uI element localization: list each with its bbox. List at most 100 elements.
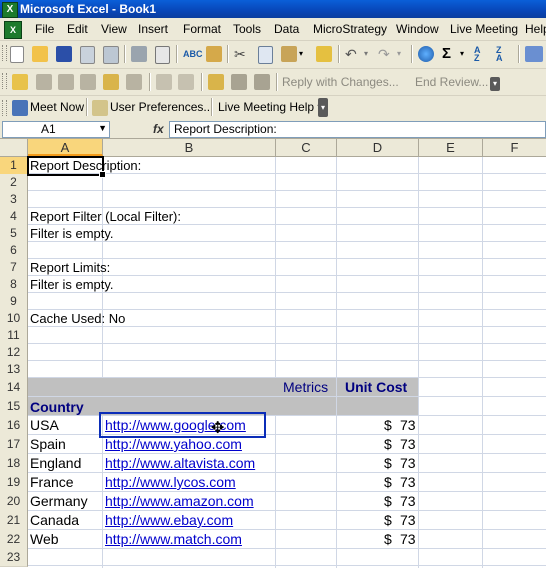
column-header-b[interactable]: B <box>103 139 276 156</box>
toolbar-grip[interactable] <box>2 45 7 61</box>
hyperlink-icon[interactable] <box>418 46 434 62</box>
country-cell[interactable]: Germany <box>30 493 88 510</box>
print-preview-icon[interactable] <box>155 46 170 64</box>
sort-descending-icon[interactable]: ZA <box>496 46 512 63</box>
row-header-21[interactable]: 21 <box>0 511 28 531</box>
show-comment-icon[interactable] <box>103 74 119 90</box>
row-header-17[interactable]: 17 <box>0 435 28 455</box>
url-link[interactable]: http://www.lycos.com <box>105 474 236 491</box>
chevron-down-icon[interactable]: ▾ <box>397 46 407 62</box>
country-cell[interactable]: USA <box>30 417 59 434</box>
menu-file[interactable]: File <box>35 22 54 36</box>
chevron-down-icon[interactable]: ▾ <box>299 46 309 62</box>
row-header-8[interactable]: 8 <box>0 276 28 294</box>
permission-icon[interactable] <box>80 46 95 64</box>
row-header-10[interactable]: 10 <box>0 310 28 328</box>
row-header-14[interactable]: 14 <box>0 378 28 398</box>
toolbar-grip[interactable] <box>2 73 7 89</box>
column-header-f[interactable]: F <box>483 139 546 156</box>
unit-cost-cell[interactable]: 73 <box>400 436 416 453</box>
track-changes-icon[interactable] <box>156 74 172 90</box>
row-header-22[interactable]: 22 <box>0 530 28 550</box>
column-header-d[interactable]: D <box>337 139 419 156</box>
row-header-19[interactable]: 19 <box>0 473 28 493</box>
url-link[interactable]: http://www.match.com <box>105 531 242 548</box>
delete-comment-icon[interactable] <box>126 74 142 90</box>
menu-data[interactable]: Data <box>274 22 299 36</box>
chevron-down-icon[interactable]: ▼ <box>98 123 107 133</box>
unit-cost-cell[interactable]: 73 <box>400 417 416 434</box>
country-cell[interactable]: Spain <box>30 436 66 453</box>
menu-insert[interactable]: Insert <box>138 22 168 36</box>
copy-icon[interactable] <box>258 46 273 64</box>
next-comment-icon[interactable] <box>80 74 96 90</box>
select-all-button[interactable] <box>0 139 28 156</box>
row-header-6[interactable]: 6 <box>0 242 28 260</box>
print-icon[interactable] <box>131 46 147 62</box>
report-filter-value-cell[interactable]: Filter is empty. <box>30 225 114 242</box>
active-cell-selection[interactable] <box>27 156 106 178</box>
toolbar-options-icon[interactable]: ▾ <box>318 98 328 117</box>
country-cell[interactable]: England <box>30 455 81 472</box>
row-header-23[interactable]: 23 <box>0 549 28 567</box>
column-header-c[interactable]: C <box>276 139 337 156</box>
chevron-down-icon[interactable]: ▾ <box>460 46 470 62</box>
format-painter-icon[interactable] <box>316 46 332 62</box>
meet-now-icon[interactable] <box>12 100 28 116</box>
reply-with-changes-button[interactable]: Reply with Changes... <box>282 75 399 89</box>
autosum-icon[interactable]: Σ <box>442 46 458 62</box>
formula-input[interactable]: Report Description: <box>169 121 546 138</box>
country-cell[interactable]: Web <box>30 531 59 548</box>
excel-icon[interactable]: X <box>2 2 18 18</box>
url-link[interactable]: http://www.yahoo.com <box>105 436 242 453</box>
toolbar-grip[interactable] <box>2 100 7 116</box>
column-header-a[interactable]: A <box>28 139 103 156</box>
menu-view[interactable]: View <box>101 22 127 36</box>
row-header-7[interactable]: 7 <box>0 259 28 277</box>
menu-tools[interactable]: Tools <box>233 22 261 36</box>
report-filter-label-cell[interactable]: Report Filter (Local Filter): <box>30 208 181 225</box>
row-header-13[interactable]: 13 <box>0 361 28 379</box>
chevron-down-icon[interactable]: ▾ <box>364 46 374 62</box>
new-icon[interactable] <box>10 46 24 63</box>
menu-format[interactable]: Format <box>183 22 221 36</box>
research-icon[interactable] <box>206 46 222 62</box>
reviewing-pane-icon[interactable] <box>231 74 247 90</box>
meet-now-button[interactable]: Meet Now <box>30 100 84 114</box>
unit-cost-cell[interactable]: 73 <box>400 474 416 491</box>
menu-microstrategy[interactable]: MicroStrategy <box>313 22 387 36</box>
user-preferences-button[interactable]: User Preferences... <box>110 100 213 114</box>
highlight-icon[interactable] <box>208 74 224 90</box>
end-review-button[interactable]: End Review... <box>415 75 488 89</box>
workbook-icon[interactable]: X <box>4 21 22 39</box>
spelling-icon[interactable]: ABC <box>183 46 203 62</box>
report-limits-value-cell[interactable]: Filter is empty. <box>30 276 114 293</box>
send-review-icon[interactable] <box>254 74 270 90</box>
open-icon[interactable] <box>32 46 48 62</box>
unit-cost-header[interactable]: Unit Cost <box>345 378 407 397</box>
cache-used-cell[interactable]: Cache Used: No <box>30 310 125 327</box>
row-header-12[interactable]: 12 <box>0 344 28 362</box>
row-header-16[interactable]: 16 <box>0 416 28 436</box>
folder-icon[interactable] <box>12 74 28 90</box>
name-box[interactable]: A1 ▼ <box>2 121 110 138</box>
menu-help[interactable]: Help <box>525 22 546 36</box>
row-header-1[interactable]: 1 <box>0 157 28 175</box>
report-limits-label-cell[interactable]: Report Limits: <box>30 259 110 276</box>
row-header-9[interactable]: 9 <box>0 293 28 311</box>
unit-cost-cell[interactable]: 73 <box>400 512 416 529</box>
paste-icon[interactable] <box>281 46 297 62</box>
menu-edit[interactable]: Edit <box>67 22 88 36</box>
undo-icon[interactable]: ↶ <box>345 46 361 62</box>
email-icon[interactable] <box>103 46 119 64</box>
unit-cost-cell[interactable]: 73 <box>400 531 416 548</box>
previous-comment-icon[interactable] <box>58 74 74 90</box>
fill-handle[interactable] <box>99 171 106 178</box>
worksheet-grid[interactable]: A B C D E F 1 2 3 4 5 6 7 8 9 10 11 12 1… <box>0 139 546 568</box>
unit-cost-cell[interactable]: 73 <box>400 455 416 472</box>
row-header-2[interactable]: 2 <box>0 174 28 192</box>
new-comment-icon[interactable] <box>36 74 52 90</box>
live-meeting-help-button[interactable]: Live Meeting Help ▾ <box>218 100 323 114</box>
column-header-e[interactable]: E <box>419 139 483 156</box>
user-preferences-icon[interactable] <box>92 100 108 116</box>
